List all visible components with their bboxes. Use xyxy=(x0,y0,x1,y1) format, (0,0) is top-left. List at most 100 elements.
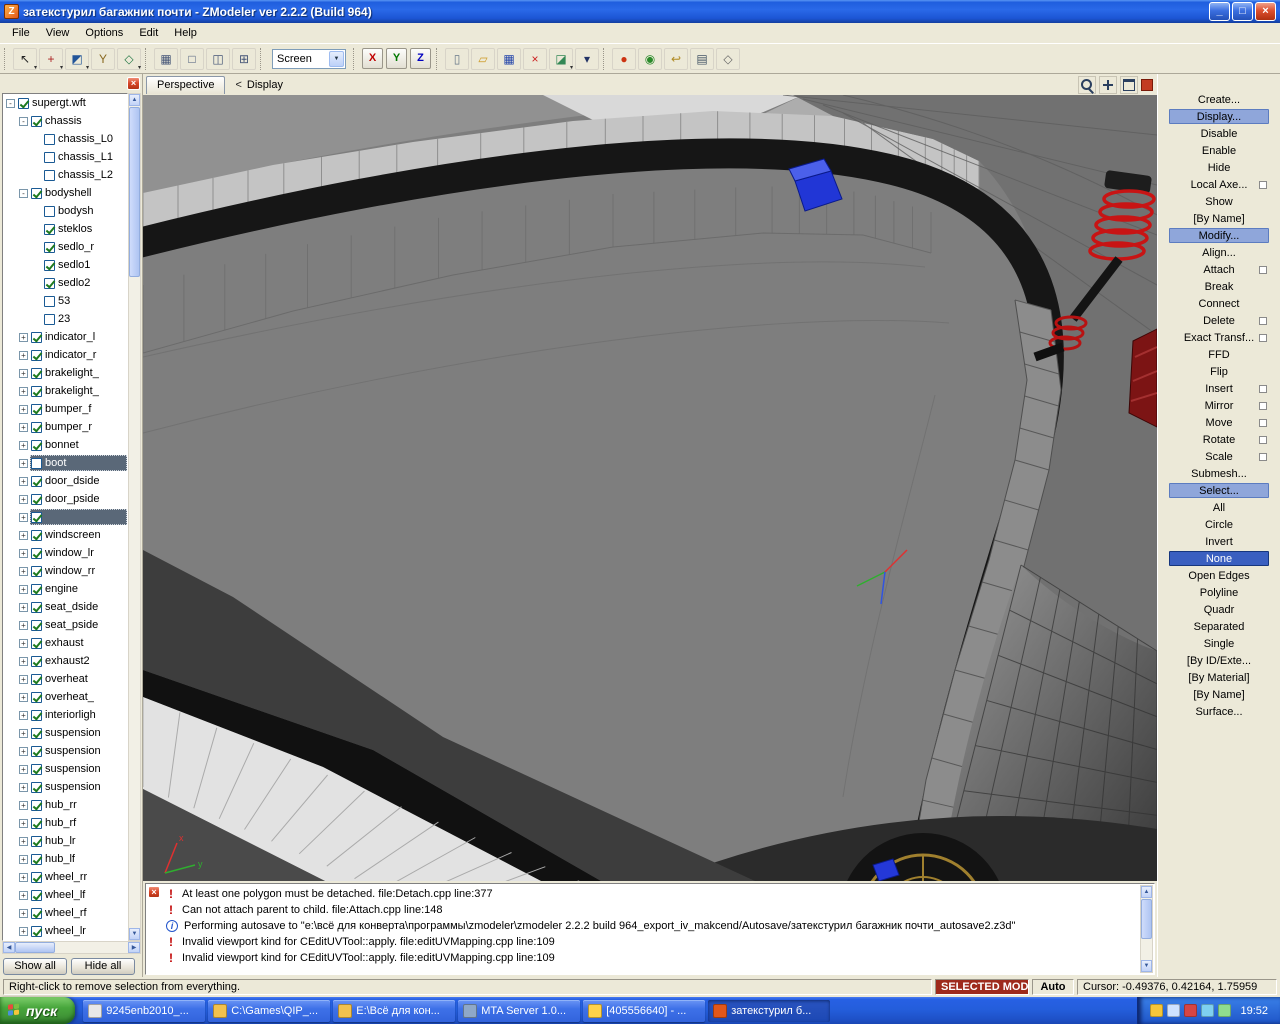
tree-item-bumper-r[interactable]: +bumper_r xyxy=(3,418,127,436)
tree-item-checkbox[interactable] xyxy=(31,188,42,199)
tree-item-checkbox[interactable] xyxy=(31,422,42,433)
panel-button-flip[interactable]: Flip xyxy=(1169,364,1269,379)
auto-badge[interactable]: Auto xyxy=(1032,979,1074,995)
tree-expand-toggle[interactable]: + xyxy=(19,621,28,630)
tree-expand-toggle[interactable]: + xyxy=(19,387,28,396)
modify-tool-button[interactable]: +▾ xyxy=(39,48,63,70)
tree-expand-toggle[interactable]: + xyxy=(19,711,28,720)
tree-item-checkbox[interactable] xyxy=(31,386,42,397)
tree-item-checkbox[interactable] xyxy=(31,332,42,343)
network-tray-icon[interactable] xyxy=(1201,1004,1214,1017)
tree-item-exhaust[interactable]: +exhaust xyxy=(3,634,127,652)
tree-item-bumper-f[interactable]: +bumper_f xyxy=(3,400,127,418)
tree-item-checkbox[interactable] xyxy=(44,134,55,145)
tree-item-steklos[interactable]: steklos xyxy=(3,220,127,238)
taskbar-item-e[interactable]: E:\Всё для кон... xyxy=(333,1000,455,1022)
panel-button-align[interactable]: Align... xyxy=(1169,245,1269,260)
option-checkbox[interactable] xyxy=(1259,436,1267,444)
tree-expand-toggle[interactable]: + xyxy=(19,441,28,450)
option-checkbox[interactable] xyxy=(1259,402,1267,410)
log-close-icon[interactable]: × xyxy=(148,886,160,898)
panel-button-quadr[interactable]: Quadr xyxy=(1169,602,1269,617)
viewport-back-button[interactable]: < xyxy=(235,79,241,91)
tree-item-indicator-l[interactable]: +indicator_l xyxy=(3,328,127,346)
panel-button-single[interactable]: Single xyxy=(1169,636,1269,651)
tree-item-checkbox[interactable] xyxy=(31,710,42,721)
panel-button-by-id-exte[interactable]: [By ID/Exte... xyxy=(1169,653,1269,668)
tree-item-hub-rr[interactable]: +hub_rr xyxy=(3,796,127,814)
scroll-thumb[interactable] xyxy=(129,107,140,277)
qip-tray-icon[interactable] xyxy=(1150,1004,1163,1017)
tree-expand-toggle[interactable]: + xyxy=(19,567,28,576)
scroll-thumb[interactable] xyxy=(1141,899,1152,939)
tree-horizontal-scrollbar[interactable]: ◀ ▶ xyxy=(2,941,141,954)
save-file-button[interactable]: ▦ xyxy=(497,48,521,70)
tree-expand-toggle[interactable]: + xyxy=(19,585,28,594)
tree-expand-toggle[interactable]: + xyxy=(19,513,28,522)
tree-item-overheat[interactable]: +overheat_ xyxy=(3,688,127,706)
tree-item-checkbox[interactable] xyxy=(31,350,42,361)
tree-item-checkbox[interactable] xyxy=(31,458,42,469)
panel-button-local-axe[interactable]: Local Axe... xyxy=(1169,177,1269,192)
tree-expand-toggle[interactable]: + xyxy=(19,765,28,774)
tree-item-hub-rf[interactable]: +hub_rf xyxy=(3,814,127,832)
option-checkbox[interactable] xyxy=(1259,181,1267,189)
tree-expand-toggle[interactable]: + xyxy=(19,747,28,756)
panel-button-connect[interactable]: Connect xyxy=(1169,296,1269,311)
tree-item-bodysh[interactable]: bodysh xyxy=(3,202,127,220)
tree-expand-toggle[interactable]: + xyxy=(19,675,28,684)
tree-item-exhaust2[interactable]: +exhaust2 xyxy=(3,652,127,670)
tree-item-checkbox[interactable] xyxy=(31,530,42,541)
axis-x-toggle[interactable]: X xyxy=(362,48,383,69)
tree-item-checkbox[interactable] xyxy=(31,728,42,739)
tree-item-checkbox[interactable] xyxy=(31,404,42,415)
tree-item-interiorligh[interactable]: +interiorligh xyxy=(3,706,127,724)
tree-expand-toggle[interactable]: + xyxy=(19,729,28,738)
hide-all-button[interactable]: Hide all xyxy=(71,958,135,975)
tree-expand-toggle[interactable]: + xyxy=(19,927,28,936)
tree-item-checkbox[interactable] xyxy=(31,494,42,505)
scroll-down-icon[interactable]: ▼ xyxy=(129,928,140,940)
tree-item-23[interactable]: 23 xyxy=(3,310,127,328)
tree-item-wheel-rr[interactable]: +wheel_rr xyxy=(3,868,127,886)
tree-item-checkbox[interactable] xyxy=(31,620,42,631)
panel-button-hide[interactable]: Hide xyxy=(1169,160,1269,175)
maximize-button[interactable]: □ xyxy=(1232,2,1253,21)
tree-item-overheat[interactable]: +overheat xyxy=(3,670,127,688)
tree-item-door-pside[interactable]: +door_pside xyxy=(3,490,127,508)
tree-item-checkbox[interactable] xyxy=(31,836,42,847)
tree-item-checkbox[interactable] xyxy=(44,242,55,253)
pan-icon[interactable] xyxy=(1099,76,1117,94)
tree-item-checkbox[interactable] xyxy=(44,170,55,181)
tree-item-checkbox[interactable] xyxy=(31,548,42,559)
option-checkbox[interactable] xyxy=(1259,453,1267,461)
tree-item-suspension[interactable]: +suspension xyxy=(3,742,127,760)
taskbar-item-9245enb2010[interactable]: 9245enb2010_... xyxy=(83,1000,205,1022)
zoom-icon[interactable] xyxy=(1078,76,1096,94)
panel-button-polyline[interactable]: Polyline xyxy=(1169,585,1269,600)
texture-browser-button[interactable]: ◉ xyxy=(638,48,662,70)
panel-button-by-name[interactable]: [By Name] xyxy=(1169,687,1269,702)
tree-expand-toggle[interactable]: + xyxy=(19,801,28,810)
tree-expand-toggle[interactable]: + xyxy=(19,855,28,864)
tree-item-seat-pside[interactable]: +seat_pside xyxy=(3,616,127,634)
export-button[interactable]: ◪▾ xyxy=(549,48,573,70)
menu-view[interactable]: View xyxy=(38,24,78,42)
tree-expand-toggle[interactable]: + xyxy=(19,909,28,918)
panel-button-display[interactable]: Display... xyxy=(1169,109,1269,124)
panel-button-create[interactable]: Create... xyxy=(1169,92,1269,107)
material-editor-button[interactable]: ● xyxy=(612,48,636,70)
tree-expand-toggle[interactable]: + xyxy=(19,819,28,828)
tree-item-checkbox[interactable] xyxy=(31,926,42,937)
tree-expand-toggle[interactable]: + xyxy=(19,783,28,792)
menu-edit[interactable]: Edit xyxy=(131,24,166,42)
tree-item-checkbox[interactable] xyxy=(44,206,55,217)
panel-button-open-edges[interactable]: Open Edges xyxy=(1169,568,1269,583)
close-button[interactable]: × xyxy=(1255,2,1276,21)
active-view-indicator-icon[interactable] xyxy=(1141,79,1153,91)
viewport-split-button[interactable]: ◫ xyxy=(206,48,230,70)
option-checkbox[interactable] xyxy=(1259,334,1267,342)
tree-item-checkbox[interactable] xyxy=(31,782,42,793)
tree-expand-toggle[interactable]: + xyxy=(19,639,28,648)
tree-item-checkbox[interactable] xyxy=(44,278,55,289)
